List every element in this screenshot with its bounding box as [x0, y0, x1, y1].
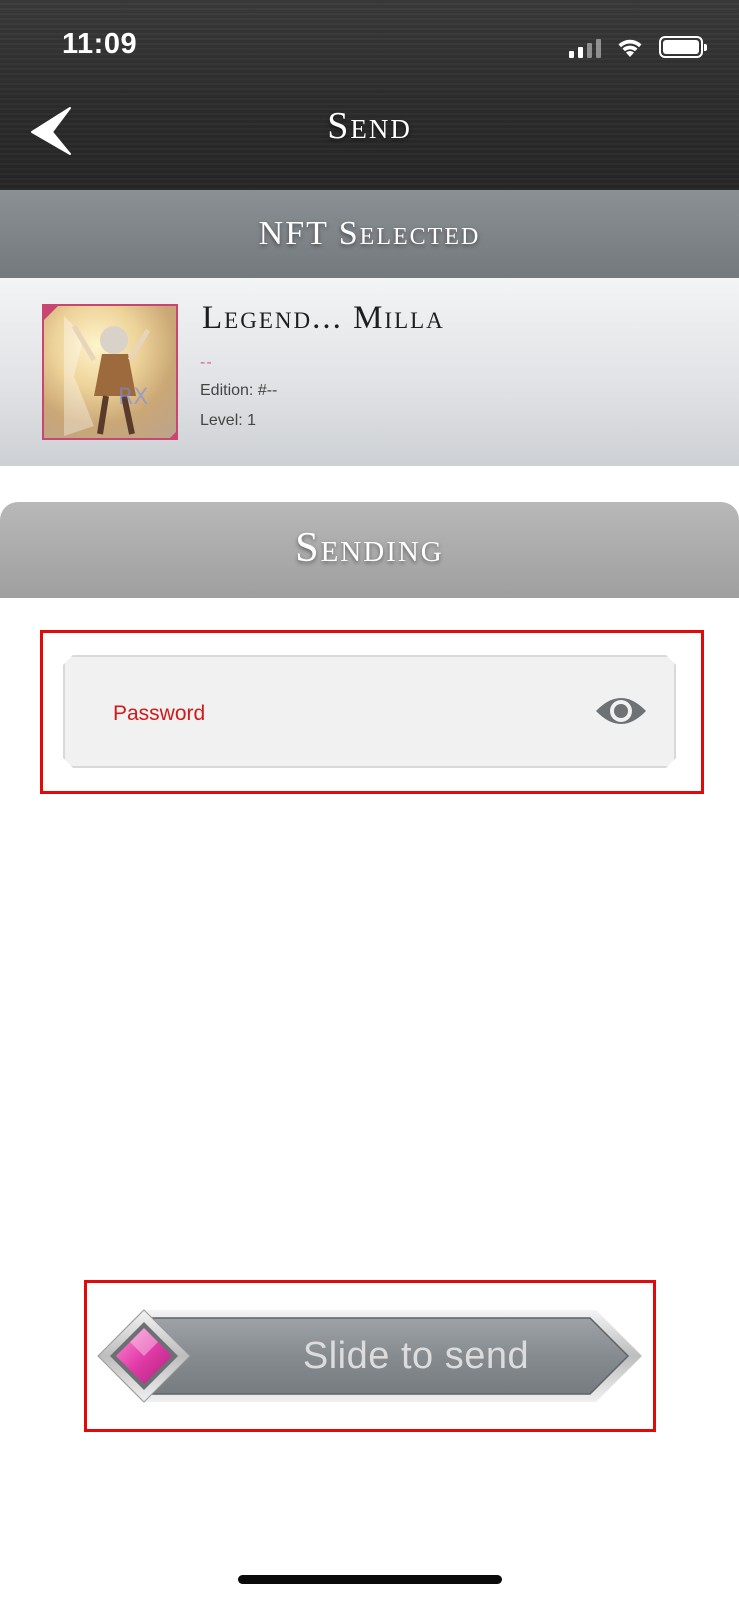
nft-subtitle: --: [200, 354, 213, 371]
home-indicator: [238, 1575, 502, 1584]
battery-icon: [659, 36, 707, 58]
signal-icon: [569, 36, 601, 58]
password-input[interactable]: Password: [63, 655, 676, 768]
slider-label: Slide to send: [302, 1335, 530, 1377]
nft-selected-banner: NFT Selected: [0, 190, 739, 278]
eye-icon: [594, 691, 648, 731]
page-title: Send: [327, 105, 412, 147]
nft-thumbnail: RX: [42, 304, 178, 440]
show-password-button[interactable]: [594, 691, 648, 731]
diamond-gem-icon[interactable]: [96, 1308, 192, 1404]
status-icons: [569, 34, 707, 60]
nft-level: Level: 1: [200, 412, 257, 429]
wifi-icon: [618, 39, 642, 57]
svg-text:RX: RX: [118, 385, 148, 410]
password-placeholder: Password: [113, 702, 206, 725]
sending-banner: Sending: [0, 502, 739, 598]
slide-to-send-slider[interactable]: Slide to send: [96, 1308, 644, 1404]
nft-edition: Edition: #--: [200, 382, 278, 399]
nft-card: RX Legend... Milla -- Edition: #-- Level…: [0, 278, 739, 466]
status-time: 11:09: [62, 28, 138, 60]
nft-title: Legend... Milla: [202, 300, 445, 336]
